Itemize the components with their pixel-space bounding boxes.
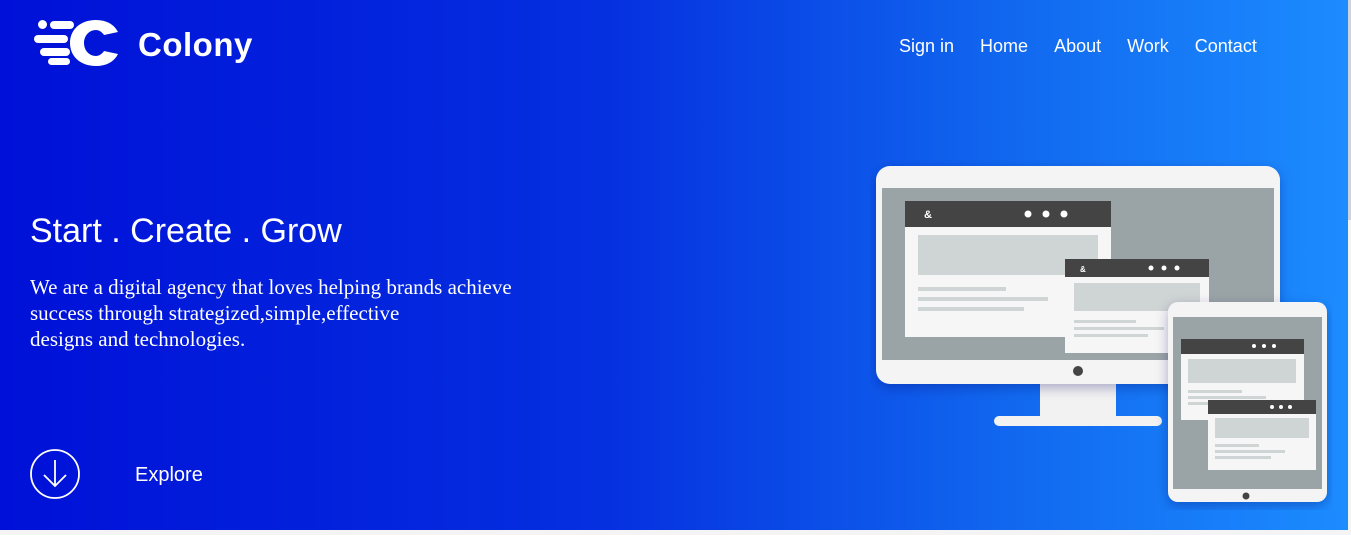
arrow-down-circle-icon — [30, 449, 80, 499]
main-nav: Sign in Home About Work Contact — [899, 36, 1283, 57]
hero-headline: Start . Create . Grow — [30, 212, 342, 250]
colony-c-logo-icon — [34, 20, 118, 66]
nav-contact[interactable]: Contact — [1195, 36, 1257, 57]
nav-work[interactable]: Work — [1127, 36, 1169, 57]
hero-tagline: We are a digital agency that loves helpi… — [30, 274, 590, 352]
brand-logo[interactable]: Colony — [34, 18, 253, 68]
tagline-line: designs and technologies. — [30, 327, 246, 351]
svg-text:&: & — [924, 209, 932, 221]
devices-illustration-icon: & & — [870, 160, 1332, 515]
nav-home[interactable]: Home — [980, 36, 1028, 57]
tagline-line: success through strategized,simple,effec… — [30, 301, 400, 325]
brand-name: Colony — [138, 26, 253, 63]
explore-button[interactable] — [30, 449, 80, 499]
nav-sign-in[interactable]: Sign in — [899, 36, 954, 57]
nav-about[interactable]: About — [1054, 36, 1101, 57]
hero-section: Colony Sign in Home About Work Contact S… — [0, 0, 1348, 530]
explore-link[interactable]: Explore — [135, 464, 203, 487]
tagline-line: We are a digital agency that loves helpi… — [30, 275, 512, 299]
svg-text:&: & — [1080, 265, 1086, 274]
